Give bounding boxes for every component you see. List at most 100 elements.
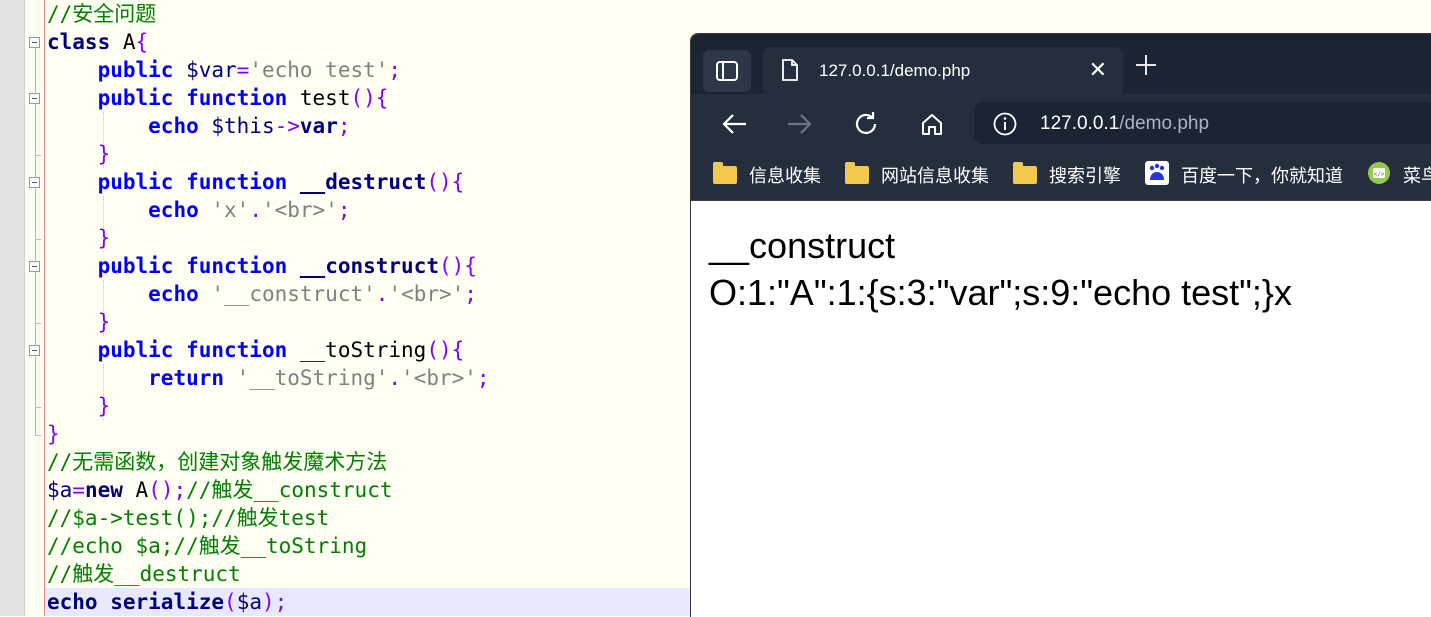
- code-line[interactable]: echo '__construct'.'<br>';: [47, 280, 477, 308]
- fold-toggle-test[interactable]: [29, 93, 40, 104]
- code-line[interactable]: echo serialize($a);: [45, 588, 707, 616]
- bookmark-search-engines[interactable]: 搜索引擎: [1013, 162, 1121, 188]
- code-token: __construct: [299, 254, 439, 278]
- home-button[interactable]: [917, 109, 947, 139]
- fold-end: [35, 239, 41, 240]
- code-token: //无需函数，创建对象触发魔术方法: [47, 450, 388, 474]
- code-line[interactable]: class A{: [47, 28, 148, 56]
- code-token: (){: [426, 170, 465, 194]
- code-line[interactable]: //安全问题: [47, 0, 156, 28]
- code-line[interactable]: public function __toString(){: [47, 336, 465, 364]
- url-text[interactable]: 127.0.0.1/demo.php: [1040, 113, 1209, 135]
- close-icon[interactable]: ✕: [1089, 59, 1107, 81]
- code-token: $var: [186, 58, 237, 82]
- code-token: {: [135, 30, 149, 54]
- forward-button[interactable]: [785, 109, 815, 139]
- bookmark-info-collection[interactable]: 信息收集: [713, 162, 821, 188]
- fold-toggle-tostring[interactable]: [29, 345, 40, 356]
- code-line[interactable]: $a=new A();//触发__construct: [47, 476, 393, 504]
- code-line[interactable]: public $var='echo test';: [47, 56, 401, 84]
- bookmark-baidu[interactable]: 百度一下，你就知道: [1145, 160, 1343, 188]
- back-button[interactable]: [719, 109, 749, 139]
- code-token: ;: [337, 114, 351, 138]
- bookmark-label: 菜鸟: [1403, 166, 1431, 187]
- code-token: echo: [148, 198, 199, 222]
- tab-panel-icon: [716, 61, 738, 81]
- code-token: echo: [47, 590, 98, 614]
- code-token: new: [84, 478, 123, 502]
- home-icon: [922, 114, 942, 135]
- code-line[interactable]: public function __destruct(){: [47, 168, 465, 196]
- code-line[interactable]: //无需函数，创建对象触发魔术方法: [47, 448, 387, 476]
- refresh-button[interactable]: [851, 109, 881, 139]
- url-host: 127.0.0.1: [1040, 113, 1120, 134]
- fold-toggle-construct[interactable]: [29, 261, 40, 272]
- address-bar[interactable]: 127.0.0.1/demo.php: [974, 102, 1431, 144]
- bookmark-runoob[interactable]: </> 菜鸟: [1367, 161, 1431, 190]
- fold-line: [35, 48, 36, 436]
- code-line[interactable]: }: [47, 308, 111, 336]
- code-token: ;: [388, 58, 402, 82]
- svg-text:</>: </>: [1374, 171, 1385, 178]
- code-line[interactable]: }: [47, 140, 111, 168]
- code-token: __toString: [287, 338, 427, 362]
- code-token: );: [261, 590, 288, 614]
- code-token: __destruct: [299, 170, 427, 194]
- code-token: 'x': [211, 198, 250, 222]
- bookmark-site-info-collection[interactable]: 网站信息收集: [845, 162, 989, 188]
- code-line[interactable]: }: [47, 420, 60, 448]
- page-content: __construct O:1:"A":1:{s:3:"var";s:9:"ec…: [691, 201, 1431, 617]
- code-token: //$a->test();//触发test: [47, 506, 330, 530]
- code-token: public: [97, 170, 174, 194]
- code-line[interactable]: echo 'x'.'<br>';: [47, 196, 351, 224]
- code-line[interactable]: //$a->test();//触发test: [47, 504, 329, 532]
- tab-demo[interactable]: 127.0.0.1/demo.php ✕: [763, 47, 1123, 94]
- output-line-construct: __construct: [709, 225, 896, 266]
- url-path: /demo.php: [1119, 113, 1210, 134]
- code-line[interactable]: echo $this->var;: [47, 112, 351, 140]
- code-token: var: [299, 114, 338, 138]
- info-icon[interactable]: [993, 112, 1017, 141]
- code-token: (){: [438, 254, 477, 278]
- code-token: ();: [148, 478, 187, 502]
- code-token: }: [97, 226, 111, 250]
- fold-toggle-destruct[interactable]: [29, 177, 40, 188]
- tab-actions-button[interactable]: [703, 50, 751, 92]
- code-line[interactable]: public function test(){: [47, 84, 389, 112]
- code-line[interactable]: //触发__destruct: [47, 560, 241, 588]
- line-gutter: [0, 0, 25, 616]
- code-line[interactable]: }: [47, 224, 111, 252]
- code-line[interactable]: //echo $a;//触发__toString: [47, 532, 367, 560]
- new-tab-button[interactable]: [1135, 52, 1157, 82]
- code-token: '<br>': [261, 198, 338, 222]
- code-token: ;: [476, 366, 490, 390]
- code-line[interactable]: }: [47, 392, 111, 420]
- code-line[interactable]: return '__toString'.'<br>';: [47, 364, 490, 392]
- code-token: A: [122, 478, 149, 502]
- runoob-icon: </>: [1367, 161, 1391, 190]
- code-token: public: [97, 338, 174, 362]
- code-token: ;: [337, 198, 351, 222]
- code-token: function: [186, 338, 288, 362]
- code-token: A: [110, 30, 136, 54]
- code-line[interactable]: public function __construct(){: [47, 252, 477, 280]
- folder-icon: [713, 162, 737, 184]
- code-token: ->: [274, 114, 300, 138]
- code-token: echo: [148, 114, 199, 138]
- code-token: .: [375, 282, 389, 306]
- code-token: class: [47, 30, 111, 54]
- code-token: (){: [426, 338, 465, 362]
- fold-toggle-class[interactable]: [29, 37, 40, 48]
- code-token: echo: [148, 282, 199, 306]
